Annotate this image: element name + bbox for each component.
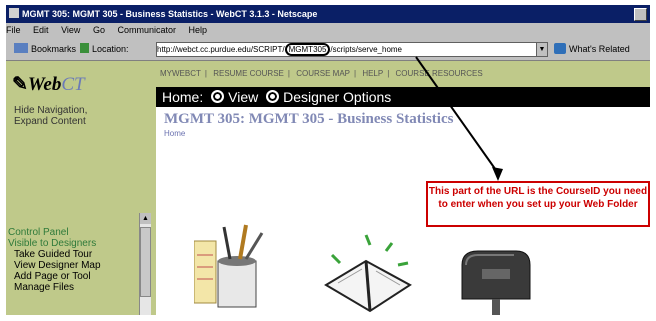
- browser-window: MGMT 305: MGMT 305 - Business Statistics…: [6, 5, 650, 315]
- callout-arrow: [415, 56, 503, 181]
- courseid-callout: This part of the URL is the CourseID you…: [426, 181, 650, 227]
